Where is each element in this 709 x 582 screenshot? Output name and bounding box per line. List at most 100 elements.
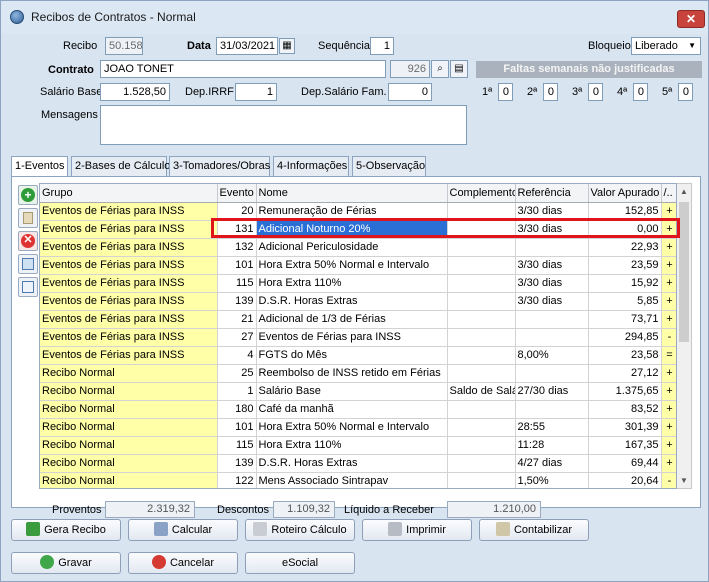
cell-complemento[interactable] bbox=[447, 310, 516, 329]
cell-evento[interactable]: 139 bbox=[217, 454, 257, 473]
cell-evento[interactable]: 101 bbox=[217, 418, 257, 437]
cell-valor[interactable]: 1.375,65 bbox=[588, 382, 662, 401]
cell-referencia[interactable]: 3/30 dias bbox=[515, 292, 589, 311]
cell-evento[interactable]: 122 bbox=[217, 472, 257, 488]
contabilizar-button[interactable]: Contabilizar bbox=[479, 519, 589, 541]
cell-valor[interactable]: 83,52 bbox=[588, 400, 662, 419]
week-1-field[interactable]: 0 bbox=[498, 83, 513, 101]
cell-referencia[interactable] bbox=[515, 328, 589, 347]
cell-grupo[interactable]: Eventos de Férias para INSS bbox=[40, 310, 218, 329]
cell-valor[interactable]: 27,12 bbox=[588, 364, 662, 383]
cell-grupo[interactable]: Recibo Normal bbox=[40, 472, 218, 488]
imprimir-button[interactable]: Imprimir bbox=[362, 519, 472, 541]
search-icon[interactable]: ⌕ bbox=[431, 60, 449, 78]
scroll-down-icon[interactable]: ▼ bbox=[680, 476, 688, 485]
cell-complemento[interactable] bbox=[447, 220, 516, 239]
sequencia-field[interactable]: 1 bbox=[370, 37, 394, 55]
cell-nome[interactable]: Hora Extra 50% Normal e Intervalo bbox=[256, 256, 448, 275]
cell-sinal[interactable]: + bbox=[661, 292, 676, 311]
cell-grupo[interactable]: Recibo Normal bbox=[40, 382, 218, 401]
table-row[interactable]: Recibo Normal 180 Café da manhã 83,52 + bbox=[40, 400, 676, 419]
scroll-up-icon[interactable]: ▲ bbox=[680, 187, 688, 196]
cell-referencia[interactable]: 27/30 dias bbox=[515, 382, 589, 401]
grid-scrollbar[interactable]: ▲ ▼ bbox=[677, 183, 692, 489]
cell-referencia[interactable]: 3/30 dias bbox=[515, 274, 589, 293]
cell-evento[interactable]: 101 bbox=[217, 256, 257, 275]
table-row[interactable]: Recibo Normal 122 Mens Associado Sintrapav… bbox=[40, 472, 676, 488]
table-row[interactable]: Eventos de Férias para INSS 132 Adicional … bbox=[40, 238, 676, 257]
cell-nome[interactable]: Eventos de Férias para INSS bbox=[256, 328, 448, 347]
cell-nome[interactable]: Salário Base bbox=[256, 382, 448, 401]
cell-complemento[interactable] bbox=[447, 256, 516, 275]
cell-nome[interactable]: FGTS do Mês bbox=[256, 346, 448, 365]
cell-grupo[interactable]: Eventos de Férias para INSS bbox=[40, 256, 218, 275]
cell-referencia[interactable] bbox=[515, 364, 589, 383]
col-valor[interactable]: Valor Apurado bbox=[588, 184, 662, 203]
edit-icon[interactable] bbox=[18, 208, 38, 228]
cell-nome[interactable]: D.S.R. Horas Extras bbox=[256, 454, 448, 473]
cell-evento[interactable]: 27 bbox=[217, 328, 257, 347]
cell-referencia[interactable]: 3/30 dias bbox=[515, 202, 589, 221]
cell-sinal[interactable]: - bbox=[661, 472, 676, 488]
contrato-field[interactable]: JOAO TONET bbox=[100, 60, 386, 78]
table-row[interactable]: Eventos de Férias para INSS 27 Eventos de … bbox=[40, 328, 676, 347]
cell-valor[interactable]: 22,93 bbox=[588, 238, 662, 257]
table-row[interactable]: Recibo Normal 1 Salário Base Saldo de Salá 2… bbox=[40, 382, 676, 401]
cell-referencia[interactable]: 28:55 bbox=[515, 418, 589, 437]
cell-valor[interactable]: 23,58 bbox=[588, 346, 662, 365]
cell-valor[interactable]: 152,85 bbox=[588, 202, 662, 221]
col-nome[interactable]: Nome bbox=[256, 184, 448, 203]
cell-grupo[interactable]: Eventos de Férias para INSS bbox=[40, 346, 218, 365]
cell-evento[interactable]: 115 bbox=[217, 274, 257, 293]
cell-nome[interactable]: Hora Extra 110% bbox=[256, 436, 448, 455]
cell-nome[interactable]: Reembolso de INSS retido em Férias bbox=[256, 364, 448, 383]
table-row[interactable]: Recibo Normal 101 Hora Extra 50% Normal e … bbox=[40, 418, 676, 437]
cell-evento[interactable]: 180 bbox=[217, 400, 257, 419]
cell-sinal[interactable]: + bbox=[661, 364, 676, 383]
cell-complemento[interactable] bbox=[447, 436, 516, 455]
cell-sinal[interactable]: + bbox=[661, 418, 676, 437]
cell-valor[interactable]: 69,44 bbox=[588, 454, 662, 473]
cell-valor[interactable]: 301,39 bbox=[588, 418, 662, 437]
cell-evento[interactable]: 139 bbox=[217, 292, 257, 311]
cell-valor[interactable]: 294,85 bbox=[588, 328, 662, 347]
cell-referencia[interactable]: 4/27 dias bbox=[515, 454, 589, 473]
cell-referencia[interactable]: 11:28 bbox=[515, 436, 589, 455]
close-button[interactable]: ✕ bbox=[677, 10, 705, 28]
table-row[interactable]: Eventos de Férias para INSS 131 Adicional … bbox=[40, 220, 676, 239]
salario-field[interactable]: 1.528,50 bbox=[100, 83, 170, 101]
cell-grupo[interactable]: Recibo Normal bbox=[40, 436, 218, 455]
cell-complemento[interactable] bbox=[447, 328, 516, 347]
week-2-field[interactable]: 0 bbox=[543, 83, 558, 101]
cell-nome[interactable]: Hora Extra 50% Normal e Intervalo bbox=[256, 418, 448, 437]
cell-sinal[interactable]: + bbox=[661, 400, 676, 419]
cell-grupo[interactable]: Eventos de Férias para INSS bbox=[40, 238, 218, 257]
cell-complemento[interactable] bbox=[447, 400, 516, 419]
cell-valor[interactable]: 15,92 bbox=[588, 274, 662, 293]
tab-informacoes[interactable]: 4-Informações bbox=[273, 156, 349, 176]
cell-sinal[interactable]: + bbox=[661, 274, 676, 293]
cell-grupo[interactable]: Eventos de Férias para INSS bbox=[40, 202, 218, 221]
cell-valor[interactable]: 167,35 bbox=[588, 436, 662, 455]
cell-complemento[interactable] bbox=[447, 418, 516, 437]
cell-nome[interactable]: Adicional Periculosidade bbox=[256, 238, 448, 257]
cell-evento[interactable]: 115 bbox=[217, 436, 257, 455]
cancelar-button[interactable]: Cancelar bbox=[128, 552, 238, 574]
cell-grupo[interactable]: Eventos de Férias para INSS bbox=[40, 292, 218, 311]
table-row[interactable]: Eventos de Férias para INSS 139 D.S.R. Hor… bbox=[40, 292, 676, 311]
cell-complemento[interactable] bbox=[447, 202, 516, 221]
cell-valor[interactable]: 20,64 bbox=[588, 472, 662, 488]
cell-sinal[interactable]: + bbox=[661, 238, 676, 257]
cell-sinal[interactable]: + bbox=[661, 454, 676, 473]
edit-list-icon[interactable] bbox=[18, 277, 38, 297]
table-row[interactable]: Recibo Normal 25 Reembolso de INSS retido … bbox=[40, 364, 676, 383]
columns-icon[interactable] bbox=[18, 254, 38, 274]
cell-referencia[interactable] bbox=[515, 400, 589, 419]
cell-nome[interactable]: Mens Associado Sintrapav bbox=[256, 472, 448, 488]
cell-complemento[interactable]: Saldo de Salá bbox=[447, 382, 516, 401]
cell-evento[interactable]: 131 bbox=[217, 220, 257, 239]
cell-sinal[interactable]: + bbox=[661, 220, 676, 239]
tab-tomadores[interactable]: 3-Tomadores/Obras bbox=[169, 156, 270, 176]
cell-referencia[interactable] bbox=[515, 310, 589, 329]
delete-icon[interactable]: ✕ bbox=[18, 231, 38, 251]
